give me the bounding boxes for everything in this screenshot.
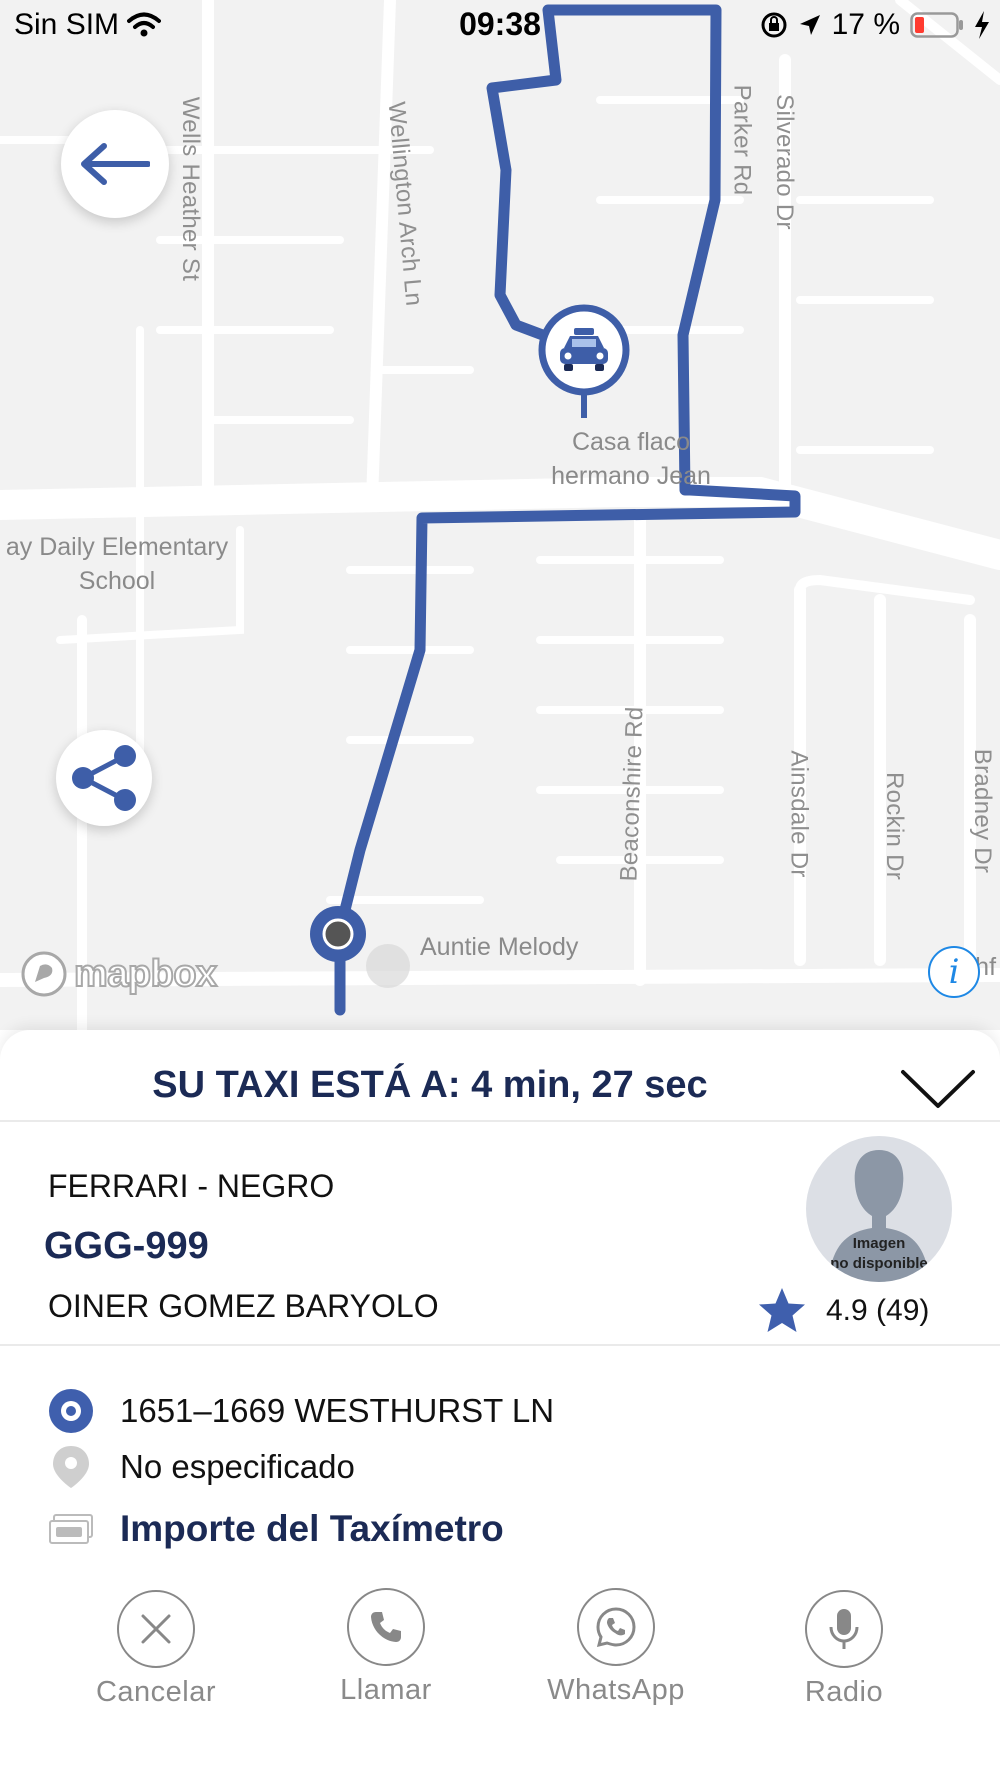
cash-icon: [49, 1514, 93, 1544]
status-bar: Sin SIM 09:38 17 %: [0, 0, 1000, 50]
radio-label: Radio: [804, 1676, 884, 1708]
cancel-button[interactable]: Cancelar: [66, 1590, 246, 1709]
mapbox-logo[interactable]: mapbox: [20, 950, 218, 998]
street-label: Wells Heather St: [177, 96, 205, 282]
phone-icon: [371, 1612, 401, 1642]
info-button[interactable]: i: [928, 946, 980, 998]
destination-address: No especificado: [120, 1448, 355, 1485]
rating-value: 4.9 (49): [826, 1294, 930, 1327]
call-label: Llamar: [340, 1674, 432, 1706]
star-icon: [759, 1288, 805, 1332]
taxi-icon[interactable]: [556, 326, 612, 374]
street-label: Silverado Dr: [770, 94, 798, 230]
poi-school: ay Daily Elementary School: [5, 533, 229, 595]
destination-row[interactable]: No especificado: [48, 1444, 355, 1490]
driver-name: OINER GOMEZ BARYOLO: [48, 1288, 439, 1324]
divider: [0, 1120, 1000, 1122]
back-button[interactable]: [61, 110, 169, 218]
street-label: Rockin Dr: [881, 771, 909, 881]
fare-row[interactable]: Importe del Taxímetro: [48, 1506, 504, 1552]
share-icon: [72, 745, 136, 811]
radio-button[interactable]: Radio: [754, 1590, 934, 1709]
charging-icon: [975, 11, 989, 39]
share-button[interactable]: [56, 730, 152, 826]
location-arrow-icon: [799, 15, 820, 35]
poi-casa: Casa flaco hermano Jean: [551, 428, 711, 490]
whatsapp-label: WhatsApp: [547, 1674, 685, 1706]
divider: [0, 1344, 1000, 1346]
plate-label: GGG-999: [44, 1225, 209, 1267]
origin-address: 1651–1669 WESTHURST LN: [120, 1392, 555, 1429]
destination-pin-icon: [53, 1446, 89, 1488]
chevron-down-icon[interactable]: [900, 1068, 976, 1112]
street-label: Bradney Dr: [969, 748, 997, 874]
mapbox-wordmark: mapbox: [73, 952, 218, 996]
origin-dot-icon: [49, 1389, 93, 1433]
battery-percent: 17 %: [831, 8, 900, 41]
info-icon: i: [948, 952, 960, 992]
whatsapp-button[interactable]: WhatsApp: [526, 1588, 706, 1707]
call-button[interactable]: Llamar: [296, 1588, 476, 1707]
cancel-label: Cancelar: [95, 1676, 217, 1708]
map-view[interactable]: Wells Heather St Wellington Arch Ln Silv…: [0, 0, 1000, 1030]
microphone-icon: [829, 1609, 859, 1649]
mapbox-icon: [21, 951, 67, 997]
poi-auntie: Auntie Melody: [420, 933, 579, 961]
street-label: Ainsdale Dr: [785, 750, 813, 878]
street-label: Parker Rd: [728, 84, 756, 196]
avatar: Imagen no disponible: [806, 1136, 952, 1282]
rotation-lock-icon: [761, 12, 787, 38]
driver-rating: 4.9 (49): [756, 1286, 929, 1336]
whatsapp-icon: [596, 1607, 636, 1648]
eta-label: SU TAXI ESTÁ A: 4 min, 27 sec: [152, 1064, 708, 1106]
origin-row: 1651–1669 WESTHURST LN: [48, 1388, 554, 1434]
back-arrow-icon: [81, 143, 150, 185]
fare-link[interactable]: Importe del Taxímetro: [120, 1508, 504, 1550]
battery-icon: [910, 12, 963, 38]
avatar-placeholder-text: Imagen no disponible: [830, 1235, 928, 1272]
close-icon: [141, 1614, 171, 1644]
vehicle-label: FERRARI - NEGRO: [48, 1168, 335, 1204]
